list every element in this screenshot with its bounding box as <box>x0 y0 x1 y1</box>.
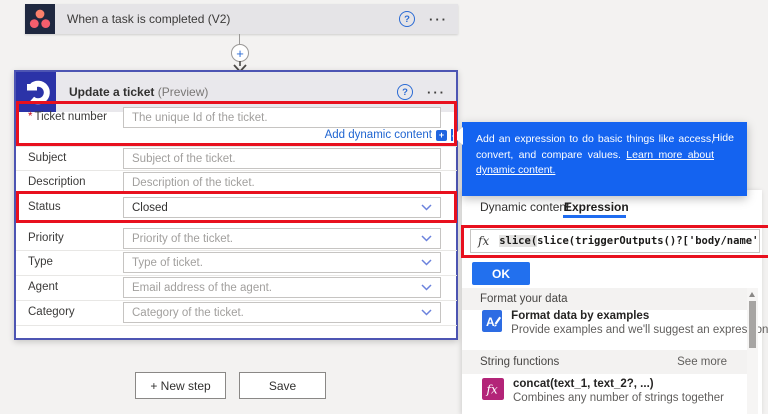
field-placeholder: Priority of the ticket. <box>132 233 421 245</box>
expression-input[interactable]: fx slice(slice(triggerOutputs()?['body/n… <box>470 229 760 253</box>
callout-message: Add an expression to do basic things lik… <box>476 132 714 179</box>
fx-icon: fx <box>478 234 489 248</box>
asana-icon <box>25 4 55 34</box>
expression-text: slice(slice(triggerOutputs()?['body/name… <box>499 235 760 247</box>
item-title: concat(text_1, text_2?, ...) <box>513 378 724 390</box>
trigger-card[interactable]: When a task is completed (V2) ? ··· <box>25 4 458 34</box>
field-placeholder: Description of the ticket. <box>132 177 432 189</box>
chevron-down-icon <box>421 309 432 316</box>
add-dynamic-content-link[interactable]: Add dynamic content <box>325 129 432 141</box>
active-tab-underline <box>563 215 626 218</box>
field-label-priority: Priority <box>28 232 64 244</box>
item-title: Format data by examples <box>511 310 747 322</box>
new-step-button[interactable]: + New step <box>135 372 226 399</box>
field-placeholder: Subject of the ticket. <box>132 153 432 165</box>
freshdesk-icon <box>16 72 56 112</box>
action-title: Update a ticket (Preview) <box>69 85 397 99</box>
format-by-examples-icon: A <box>482 310 502 332</box>
expression-callout: Add an expression to do basic things lik… <box>462 122 747 196</box>
field-placeholder: Category of the ticket. <box>132 307 421 319</box>
section-header-string-functions: String functions See more <box>462 350 747 374</box>
field-label-agent: Agent <box>28 281 58 293</box>
insert-step-button[interactable]: + <box>231 44 249 62</box>
function-list-item[interactable]: fx concat(text_1, text_2?, ...) Combines… <box>482 378 747 404</box>
field-label-type: Type <box>28 256 53 268</box>
menu-ellipsis-icon[interactable]: ··· <box>427 85 446 100</box>
section-title: Format your data <box>480 293 568 305</box>
select-category[interactable]: Category of the ticket. <box>123 302 441 323</box>
item-subtitle: Provide examples and we'll suggest an ex… <box>511 324 747 336</box>
panel-scrollbar[interactable] <box>747 288 758 414</box>
field-label-status: Status <box>28 201 61 213</box>
field-label-category: Category <box>28 306 75 318</box>
scrollbar-thumb[interactable] <box>749 301 756 348</box>
chevron-down-icon <box>421 235 432 242</box>
help-icon[interactable]: ? <box>397 84 413 100</box>
fx-icon: fx <box>482 378 504 400</box>
row-divider <box>16 146 457 147</box>
field-placeholder: Type of ticket. <box>132 257 421 269</box>
menu-ellipsis-icon[interactable]: ··· <box>429 12 448 27</box>
callout-beak <box>452 127 463 145</box>
input-ticket-number[interactable]: The unique Id of the ticket. <box>123 107 441 128</box>
trigger-title: When a task is completed (V2) <box>67 12 399 26</box>
input-description[interactable]: Description of the ticket. <box>123 172 441 193</box>
item-subtitle: Combines any number of strings together <box>513 392 724 404</box>
select-type[interactable]: Type of ticket. <box>123 252 441 273</box>
chevron-down-icon <box>421 284 432 291</box>
ok-button[interactable]: OK <box>472 262 530 285</box>
field-label-ticket-number: *Ticket number <box>28 111 107 123</box>
field-placeholder: Email address of the agent. <box>132 282 421 294</box>
plus-icon: + <box>436 130 447 141</box>
help-icon[interactable]: ? <box>399 11 415 27</box>
row-divider <box>16 275 457 276</box>
row-divider <box>16 325 457 326</box>
save-button[interactable]: Save <box>239 372 326 399</box>
chevron-down-icon <box>421 204 432 211</box>
select-priority[interactable]: Priority of the ticket. <box>123 228 441 249</box>
input-subject[interactable]: Subject of the ticket. <box>123 148 441 169</box>
add-dynamic-content[interactable]: Add dynamic content + <box>16 129 453 141</box>
svg-text:fx: fx <box>486 383 498 397</box>
see-more-link[interactable]: See more <box>677 356 727 368</box>
function-list-item[interactable]: A Format data by examples Provide exampl… <box>482 310 747 336</box>
chevron-down-icon <box>421 259 432 266</box>
section-header-format-your-data: Format your data <box>462 288 747 310</box>
tab-dynamic-content[interactable]: Dynamic content <box>480 200 569 214</box>
section-title: String functions <box>480 356 559 368</box>
row-divider <box>16 170 457 171</box>
field-label-subject: Subject <box>28 152 66 164</box>
field-value: Closed <box>132 202 421 214</box>
select-agent[interactable]: Email address of the agent. <box>123 277 441 298</box>
row-divider <box>16 250 457 251</box>
svg-text:A: A <box>486 315 495 329</box>
flow-designer-canvas: When a task is completed (V2) ? ··· + Up… <box>0 0 768 414</box>
required-asterisk: * <box>28 111 32 123</box>
scroll-up-icon[interactable] <box>749 292 755 297</box>
field-label-description: Description <box>28 176 86 188</box>
tab-expression[interactable]: Expression <box>564 200 629 214</box>
row-divider <box>16 300 457 301</box>
action-card-header[interactable]: Update a ticket (Preview) ? ··· <box>16 72 456 112</box>
field-placeholder: The unique Id of the ticket. <box>132 112 432 124</box>
hide-button[interactable]: Hide <box>712 132 734 144</box>
select-status[interactable]: Closed <box>123 197 441 218</box>
